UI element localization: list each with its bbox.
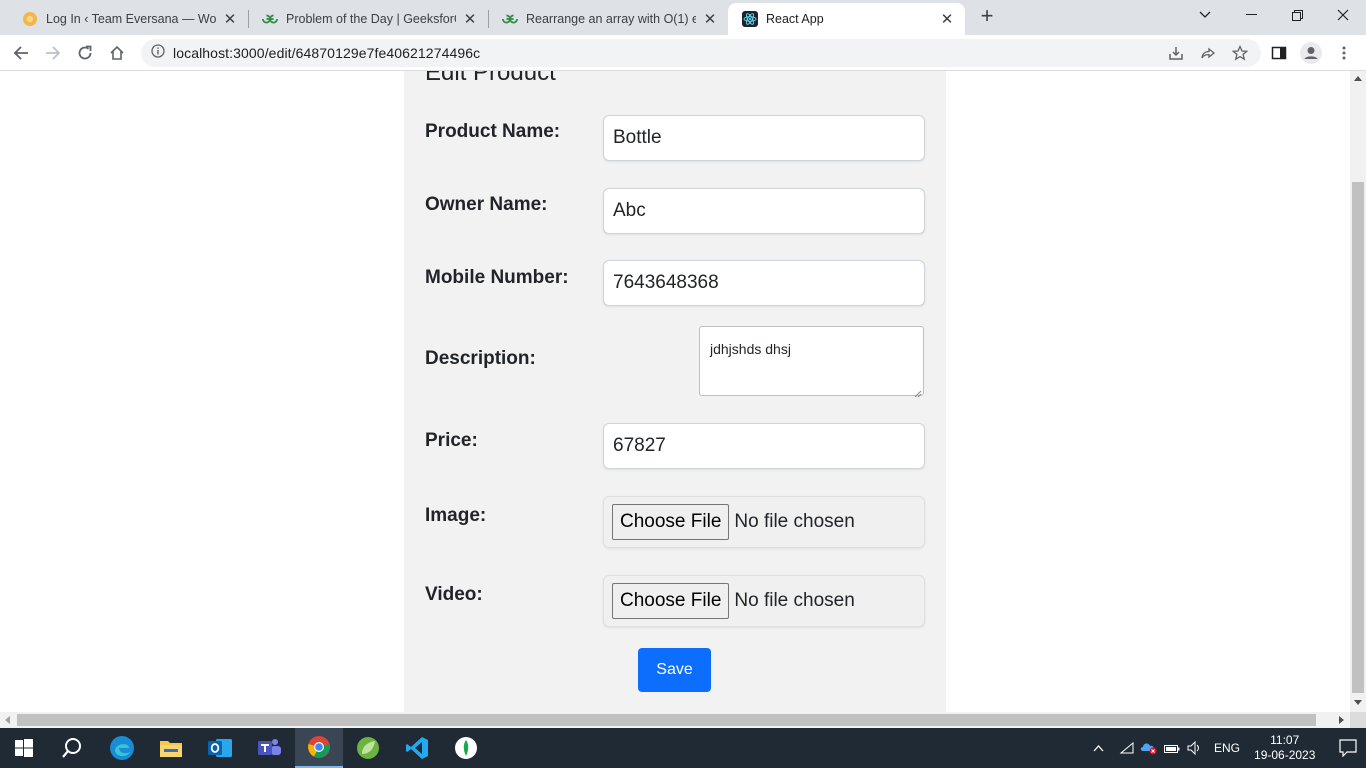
search-icon[interactable] — [48, 728, 96, 768]
tab-rearrange-array[interactable]: Rearrange an array with O(1) extr ✕ — [488, 3, 728, 35]
volume-icon[interactable] — [1184, 741, 1206, 755]
geeksforgeeks-favicon-icon — [502, 11, 518, 27]
restore-window-icon[interactable] — [1274, 0, 1320, 30]
network-icon[interactable] — [1116, 742, 1138, 754]
tab-title: Log In ‹ Team Eversana — WordP — [46, 12, 216, 26]
mobile-number-input[interactable]: 7643648368 — [603, 260, 925, 306]
scroll-left-arrow-icon[interactable] — [5, 716, 10, 724]
video-file-status: No file chosen — [734, 590, 855, 611]
wordpress-favicon-icon — [22, 11, 38, 27]
video-choose-file-button[interactable]: Choose File — [612, 583, 730, 619]
scroll-up-arrow-icon[interactable] — [1354, 76, 1362, 81]
browser-tab-strip: Log In ‹ Team Eversana — WordP ✕ Problem… — [0, 0, 1366, 35]
image-file-input: Choose File No file chosen — [603, 496, 925, 548]
teams-icon[interactable] — [245, 728, 293, 768]
vertical-scrollbar[interactable] — [1350, 71, 1366, 712]
save-button[interactable]: Save — [638, 648, 711, 692]
mobile-number-label: Mobile Number: — [425, 267, 569, 288]
product-name-label: Product Name: — [425, 121, 561, 142]
horizontal-scroll-thumb[interactable] — [17, 714, 1316, 726]
geeksforgeeks-favicon-icon — [262, 11, 278, 27]
video-label: Video: — [425, 584, 483, 605]
back-arrow-icon[interactable] — [7, 39, 35, 67]
forward-arrow-icon[interactable] — [39, 39, 67, 67]
reload-icon[interactable] — [71, 39, 99, 67]
file-explorer-icon[interactable] — [147, 728, 195, 768]
price-input[interactable]: 67827 — [603, 423, 925, 469]
tab-search-chevron-icon[interactable] — [1182, 0, 1228, 30]
owner-name-label: Owner Name: — [425, 194, 548, 215]
tab-title: Problem of the Day | GeeksforGe — [286, 12, 456, 26]
side-panel-icon[interactable] — [1265, 39, 1293, 67]
url-text: localhost:3000/edit/64870129e7fe40621274… — [173, 45, 481, 61]
tray-chevron-up-icon[interactable] — [1090, 744, 1106, 752]
close-tab-icon[interactable]: ✕ — [702, 11, 718, 28]
home-icon[interactable] — [103, 39, 131, 67]
site-info-icon[interactable] — [151, 43, 165, 63]
tab-problem-of-the-day[interactable]: Problem of the Day | GeeksforGe ✕ — [248, 3, 488, 35]
tab-title: Rearrange an array with O(1) extr — [526, 12, 696, 26]
description-label: Description: — [425, 348, 536, 369]
scrollbar-corner — [1350, 712, 1366, 728]
tab-wordpress-login[interactable]: Log In ‹ Team Eversana — WordP ✕ — [8, 3, 248, 35]
outlook-icon[interactable] — [196, 728, 244, 768]
clock-date: 19-06-2023 — [1254, 748, 1316, 762]
resize-grip-icon[interactable] — [913, 385, 922, 398]
system-tray: ENG 11:07 19-06-2023 — [1090, 728, 1358, 768]
share-icon[interactable] — [1194, 39, 1222, 67]
video-file-input: Choose File No file chosen — [603, 575, 925, 627]
price-label: Price: — [425, 430, 478, 451]
spring-tools-icon[interactable] — [344, 728, 392, 768]
language-indicator[interactable]: ENG — [1214, 741, 1240, 755]
onedrive-error-icon[interactable] — [1138, 741, 1160, 755]
minimize-window-icon[interactable] — [1228, 0, 1274, 30]
page-title: Edit Product — [425, 71, 556, 86]
address-bar[interactable]: localhost:3000/edit/64870129e7fe40621274… — [141, 39, 1261, 67]
description-text: jdhjshds dhsj — [710, 341, 791, 357]
battery-icon[interactable] — [1160, 743, 1184, 753]
mongodb-compass-icon[interactable] — [442, 728, 490, 768]
page-viewport: Edit Product Product Name: Bottle Owner … — [0, 71, 1350, 712]
windows-taskbar: ENG 11:07 19-06-2023 — [0, 728, 1366, 768]
product-name-input[interactable]: Bottle — [603, 115, 925, 161]
owner-name-input[interactable]: Abc — [603, 188, 925, 234]
scroll-down-arrow-icon[interactable] — [1354, 700, 1362, 705]
close-window-icon[interactable] — [1320, 0, 1366, 30]
image-file-status: No file chosen — [734, 511, 855, 532]
vertical-scroll-thumb[interactable] — [1352, 182, 1364, 693]
new-tab-button[interactable]: + — [976, 5, 998, 28]
image-label: Image: — [425, 505, 487, 526]
notifications-icon[interactable] — [1339, 739, 1358, 757]
image-choose-file-button[interactable]: Choose File — [612, 504, 730, 540]
close-tab-icon[interactable]: ✕ — [222, 11, 238, 28]
tab-title: React App — [766, 12, 824, 26]
chrome-menu-icon[interactable] — [1330, 39, 1358, 67]
close-tab-icon[interactable]: ✕ — [462, 11, 478, 28]
description-textarea[interactable]: jdhjshds dhsj — [699, 326, 924, 398]
tab-react-app[interactable]: React App ✕ — [728, 3, 965, 35]
chrome-icon[interactable] — [295, 728, 343, 768]
profile-avatar-icon[interactable] — [1297, 39, 1325, 67]
bookmark-star-icon[interactable] — [1226, 39, 1254, 67]
edge-icon[interactable] — [98, 728, 146, 768]
install-app-icon[interactable] — [1162, 39, 1190, 67]
clock[interactable]: 11:07 19-06-2023 — [1254, 733, 1315, 763]
vscode-icon[interactable] — [393, 728, 441, 768]
edit-product-form: Edit Product Product Name: Bottle Owner … — [404, 71, 946, 712]
browser-toolbar: localhost:3000/edit/64870129e7fe40621274… — [0, 35, 1366, 71]
start-icon[interactable] — [0, 728, 48, 768]
scroll-right-arrow-icon[interactable] — [1339, 716, 1344, 724]
close-tab-icon[interactable]: ✕ — [939, 11, 955, 28]
clock-time: 11:07 — [1270, 733, 1300, 747]
horizontal-scrollbar[interactable] — [0, 712, 1350, 728]
react-favicon-icon — [742, 11, 758, 27]
